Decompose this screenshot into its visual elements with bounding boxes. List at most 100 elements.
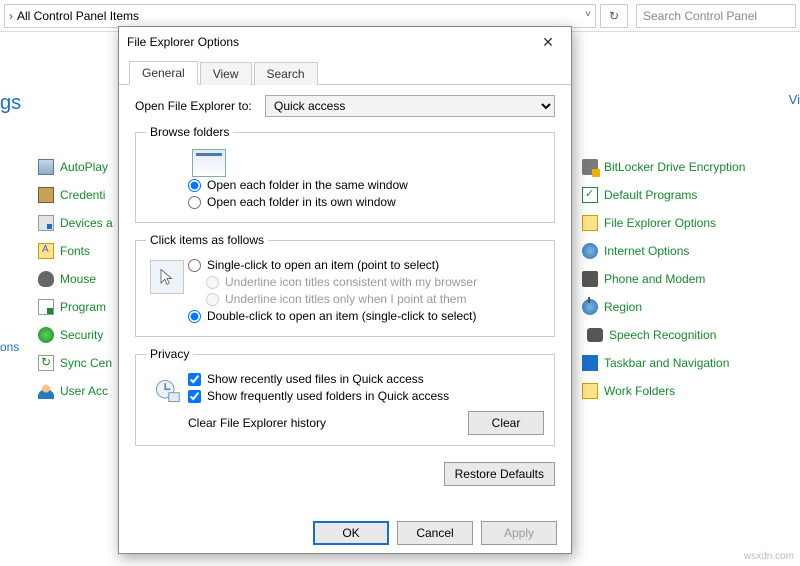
cp-item-sync[interactable]: Sync Cen: [38, 354, 128, 372]
tab-general[interactable]: General: [129, 61, 198, 85]
open-to-label: Open File Explorer to:: [135, 99, 265, 113]
restore-defaults-button[interactable]: Restore Defaults: [444, 462, 555, 486]
fragment-gs: gs: [0, 92, 21, 115]
radio-label: Open each folder in its own window: [207, 195, 396, 209]
autoplay-icon: [38, 159, 54, 175]
cp-item-taskbar[interactable]: Taskbar and Navigation: [582, 354, 792, 372]
cp-item-fonts[interactable]: Fonts: [38, 242, 128, 260]
cancel-button[interactable]: Cancel: [397, 521, 473, 545]
check-label: Show recently used files in Quick access: [207, 372, 424, 386]
group-browse-folders: Browse folders Open each folder in the s…: [135, 125, 555, 223]
sync-icon: [38, 355, 54, 371]
radio-single-click[interactable]: [188, 259, 201, 272]
cp-link[interactable]: Speech Recognition: [609, 328, 716, 342]
cp-link[interactable]: User Acc: [60, 384, 108, 398]
radio-label: Underline icon titles only when I point …: [225, 292, 466, 306]
window-icon: [192, 149, 226, 177]
radio-underline-point: [206, 293, 219, 306]
devices-icon: [38, 215, 54, 231]
fragment-vi[interactable]: Vi: [789, 92, 800, 107]
tab-label: General: [142, 66, 185, 80]
refresh-button[interactable]: ↻: [600, 4, 628, 28]
cp-item-speech[interactable]: Speech Recognition: [582, 326, 792, 344]
breadcrumb-text: All Control Panel Items: [17, 9, 139, 23]
cp-link[interactable]: Program: [60, 300, 106, 314]
open-to-select[interactable]: Quick access: [265, 95, 555, 117]
cp-link[interactable]: Credenti: [60, 188, 105, 202]
cp-link[interactable]: Fonts: [60, 244, 90, 258]
phone-icon: [582, 271, 598, 287]
check-recent-files[interactable]: [188, 373, 201, 386]
credential-icon: [38, 187, 54, 203]
radio-underline-browser: [206, 276, 219, 289]
cp-item-file-explorer-options[interactable]: File Explorer Options: [582, 214, 792, 232]
tab-search[interactable]: Search: [254, 62, 318, 85]
radio-label: Underline icon titles consistent with my…: [225, 275, 477, 289]
group-legend: Click items as follows: [146, 233, 268, 247]
cp-link[interactable]: Default Programs: [604, 188, 697, 202]
dialog-tabs: General View Search: [119, 57, 571, 85]
cp-item-mouse[interactable]: Mouse: [38, 270, 128, 288]
search-input[interactable]: Search Control Panel: [636, 4, 796, 28]
bitlocker-icon: [582, 159, 598, 175]
dialog-titlebar[interactable]: File Explorer Options ✕: [119, 27, 571, 57]
cp-item-user[interactable]: User Acc: [38, 382, 128, 400]
close-icon: ✕: [542, 34, 554, 51]
radio-same-window[interactable]: [188, 179, 201, 192]
cp-link[interactable]: Region: [604, 300, 642, 314]
breadcrumb[interactable]: › All Control Panel Items ˅: [4, 4, 596, 28]
clear-button[interactable]: Clear: [468, 411, 544, 435]
cp-link[interactable]: Phone and Modem: [604, 272, 705, 286]
cp-link[interactable]: File Explorer Options: [604, 216, 716, 230]
microphone-icon: [587, 328, 603, 342]
tab-label: Search: [267, 67, 305, 81]
radio-label: Open each folder in the same window: [207, 178, 408, 192]
security-icon: [38, 327, 54, 343]
watermark: wsxdn.com: [744, 551, 794, 562]
cp-link[interactable]: Work Folders: [604, 384, 675, 398]
taskbar-icon: [582, 355, 598, 371]
close-button[interactable]: ✕: [533, 31, 563, 53]
radio-own-window[interactable]: [188, 196, 201, 209]
cp-item-work-folders[interactable]: Work Folders: [582, 382, 792, 400]
cp-item-internet-options[interactable]: Internet Options: [582, 242, 792, 260]
cp-link[interactable]: Internet Options: [604, 244, 689, 258]
cp-item-devices[interactable]: Devices a: [38, 214, 128, 232]
work-folders-icon: [582, 383, 598, 399]
cp-item-region[interactable]: Region: [582, 298, 792, 316]
tab-view[interactable]: View: [200, 62, 252, 85]
dialog-body: Open File Explorer to: Quick access Brow…: [119, 85, 571, 446]
chevron-down-icon[interactable]: ˅: [585, 9, 591, 20]
radio-double-click[interactable]: [188, 310, 201, 323]
default-programs-icon: [582, 187, 598, 203]
region-icon: [582, 299, 598, 315]
ok-button[interactable]: OK: [313, 521, 389, 545]
mouse-icon: [38, 271, 54, 287]
apply-button[interactable]: Apply: [481, 521, 557, 545]
chevron-right-icon: ›: [9, 9, 13, 23]
cp-item-phone[interactable]: Phone and Modem: [582, 270, 792, 288]
cp-item-bitlocker[interactable]: BitLocker Drive Encryption: [582, 158, 792, 176]
cp-item-security[interactable]: Security: [38, 326, 128, 344]
cp-link[interactable]: Sync Cen: [60, 356, 112, 370]
cp-item-autoplay[interactable]: AutoPlay: [38, 158, 128, 176]
check-frequent-folders[interactable]: [188, 390, 201, 403]
cp-link[interactable]: Devices a: [60, 216, 113, 230]
open-to-row: Open File Explorer to: Quick access: [135, 95, 555, 117]
cp-link[interactable]: Mouse: [60, 272, 96, 286]
folder-options-icon: [582, 215, 598, 231]
cp-item-programs[interactable]: Program: [38, 298, 128, 316]
control-panel-column-left: AutoPlay Credenti Devices a Fonts Mouse …: [38, 158, 128, 400]
fragment-ons: ons: [0, 340, 19, 354]
cp-link[interactable]: Security: [60, 328, 103, 342]
tab-label: View: [213, 67, 239, 81]
radio-label: Double-click to open an item (single-cli…: [207, 309, 476, 323]
cp-item-default-programs[interactable]: Default Programs: [582, 186, 792, 204]
control-panel-column-right: BitLocker Drive Encryption Default Progr…: [582, 158, 792, 400]
cp-item-credential[interactable]: Credenti: [38, 186, 128, 204]
dialog-footer: OK Cancel Apply: [313, 521, 557, 545]
cp-link[interactable]: Taskbar and Navigation: [604, 356, 729, 370]
cp-link[interactable]: AutoPlay: [60, 160, 108, 174]
cp-link[interactable]: BitLocker Drive Encryption: [604, 160, 745, 174]
radio-label: Single-click to open an item (point to s…: [207, 258, 439, 272]
